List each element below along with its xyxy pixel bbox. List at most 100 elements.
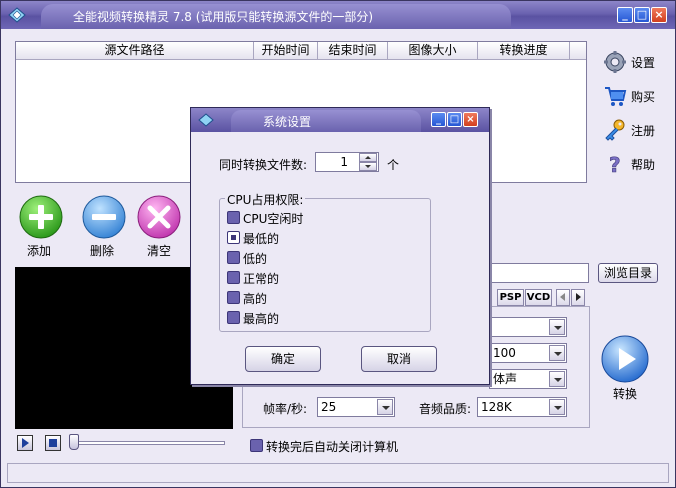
help-label: 帮助 <box>631 158 656 172</box>
convert-button[interactable] <box>601 335 649 383</box>
chevron-right-icon <box>576 293 581 301</box>
output-directory-field[interactable] <box>489 263 589 283</box>
spin-down-icon[interactable] <box>359 162 377 171</box>
cpu-option-label: 高的 <box>243 292 268 306</box>
chevron-down-icon[interactable] <box>549 319 565 335</box>
tab-scroll-left[interactable] <box>556 289 570 306</box>
minimize-icon: _ <box>436 114 441 125</box>
help-icon: ? <box>609 153 621 176</box>
cpu-option-label: 正常的 <box>243 272 280 286</box>
cpu-option-label: 最低的 <box>243 232 280 246</box>
column-header-progress[interactable]: 转换进度 <box>478 42 570 60</box>
convert-label: 转换 <box>613 387 638 401</box>
settings-button[interactable]: 设置 <box>603 50 667 74</box>
radio-box[interactable] <box>227 291 240 304</box>
cpu-option-label: CPU空闲时 <box>243 212 304 226</box>
dialog-title-tab <box>231 110 421 132</box>
audio-channel-select[interactable]: 体声 <box>489 369 567 389</box>
cpu-option-normal[interactable]: 正常的 <box>227 269 407 286</box>
radio-box[interactable] <box>227 311 240 324</box>
radio-box[interactable] <box>227 211 240 224</box>
buy-button[interactable]: 购买 <box>603 84 667 108</box>
play-button[interactable] <box>17 435 33 451</box>
dialog-app-icon <box>198 113 214 127</box>
play-circle-icon <box>601 335 649 383</box>
concurrent-files-label: 同时转换文件数: <box>219 158 308 172</box>
chevron-down-icon[interactable] <box>549 399 565 415</box>
bitrate-value: 100 <box>493 346 516 360</box>
cancel-button[interactable]: 取消 <box>361 346 437 372</box>
x-icon <box>137 195 181 239</box>
framerate-label: 帧率/秒: <box>263 402 308 416</box>
close-icon: × <box>466 114 475 125</box>
cpu-option-label: 最高的 <box>243 312 280 326</box>
register-button[interactable]: 注册 <box>603 118 667 142</box>
buy-label: 购买 <box>631 90 656 104</box>
delete-button[interactable] <box>82 195 126 239</box>
chevron-down-icon[interactable] <box>549 345 565 361</box>
register-label: 注册 <box>631 124 656 138</box>
cpu-option-lowest[interactable]: 最低的 <box>227 229 407 246</box>
close-icon: × <box>654 8 664 21</box>
radio-box-selected[interactable] <box>227 231 240 244</box>
cpu-priority-title: CPU占用权限: <box>225 191 306 208</box>
column-header-start-time[interactable]: 开始时间 <box>254 42 318 60</box>
audio-quality-select[interactable]: 128K <box>477 397 567 417</box>
concurrent-files-unit: 个 <box>387 158 400 172</box>
video-size-select[interactable] <box>489 317 567 337</box>
audio-quality-value: 128K <box>481 400 512 414</box>
minimize-button[interactable]: _ <box>617 7 633 23</box>
stop-icon <box>49 439 57 447</box>
column-header-filler <box>570 42 586 60</box>
key-icon <box>605 119 625 141</box>
add-label: 添加 <box>27 244 52 258</box>
browse-directory-button[interactable]: 浏览目录 <box>598 263 658 283</box>
column-header-source-path[interactable]: 源文件路径 <box>16 42 254 60</box>
cpu-option-high[interactable]: 高的 <box>227 289 407 306</box>
tab-scroll-right[interactable] <box>571 289 585 306</box>
close-button[interactable]: × <box>651 7 667 23</box>
spin-up-icon[interactable] <box>359 153 377 162</box>
dialog-minimize-button[interactable]: _ <box>431 112 446 127</box>
column-header-end-time[interactable]: 结束时间 <box>318 42 388 60</box>
auto-shutdown-label: 转换完后自动关闭计算机 <box>266 440 399 454</box>
cpu-option-highest[interactable]: 最高的 <box>227 309 407 326</box>
play-icon <box>22 438 29 448</box>
add-button[interactable] <box>19 195 63 239</box>
maximize-button[interactable]: □ <box>634 7 650 23</box>
maximize-icon: □ <box>636 8 648 21</box>
bitrate-select[interactable]: 100 <box>489 343 567 363</box>
cpu-option-idle[interactable]: CPU空闲时 <box>227 209 407 226</box>
clear-button[interactable] <box>137 195 181 239</box>
column-header-image-size[interactable]: 图像大小 <box>388 42 478 60</box>
dialog-maximize-button[interactable]: □ <box>447 112 462 127</box>
chevron-down-icon[interactable] <box>549 371 565 387</box>
dialog-close-button[interactable]: × <box>463 112 478 127</box>
help-button[interactable]: ? 帮助 <box>603 152 667 176</box>
radio-box[interactable] <box>227 251 240 264</box>
app-icon <box>8 7 26 23</box>
auto-shutdown-checkbox[interactable] <box>250 439 263 452</box>
status-bar <box>7 463 669 483</box>
seek-slider-track[interactable] <box>73 441 225 445</box>
svg-text:?: ? <box>609 153 621 176</box>
dialog-title-bar[interactable]: 系统设置 _ □ × <box>191 108 489 132</box>
tab-vcd[interactable]: VCD <box>525 289 552 306</box>
tab-psp[interactable]: PSP <box>497 289 524 306</box>
title-bar[interactable]: 全能视频转换精灵 7.8 (试用版只能转换源文件的一部分) _ □ × <box>1 1 675 29</box>
concurrent-files-stepper[interactable] <box>359 153 377 171</box>
cpu-option-label: 低的 <box>243 252 268 266</box>
delete-label: 删除 <box>90 244 115 258</box>
settings-label: 设置 <box>631 56 656 70</box>
minimize-icon: _ <box>622 8 628 21</box>
cpu-option-low[interactable]: 低的 <box>227 249 407 266</box>
ok-button[interactable]: 确定 <box>245 346 321 372</box>
stop-button[interactable] <box>45 435 61 451</box>
maximize-icon: □ <box>449 114 460 125</box>
gear-icon <box>604 51 626 73</box>
framerate-select[interactable]: 25 <box>317 397 395 417</box>
cart-icon <box>605 87 627 106</box>
radio-box[interactable] <box>227 271 240 284</box>
chevron-down-icon[interactable] <box>377 399 393 415</box>
seek-slider-thumb[interactable] <box>69 434 79 450</box>
